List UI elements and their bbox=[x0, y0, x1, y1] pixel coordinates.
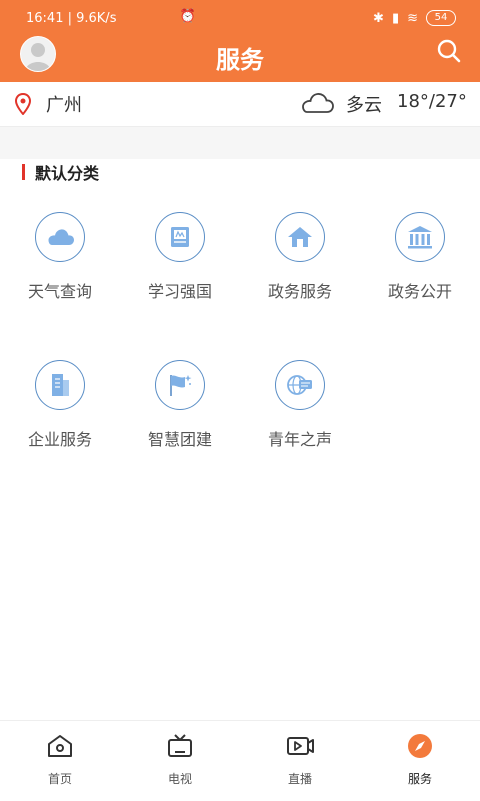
weather-condition: 多云 bbox=[346, 95, 382, 116]
book-icon bbox=[155, 212, 205, 262]
tab-label: 电视 bbox=[167, 772, 192, 786]
bluetooth-icon: ✱ bbox=[373, 10, 384, 26]
tab-tv[interactable]: 电视 bbox=[120, 733, 240, 787]
wifi-icon: ≋ bbox=[407, 10, 418, 26]
service-government-services[interactable]: 政务服务 bbox=[240, 212, 360, 302]
section-title: 默认分类 bbox=[35, 164, 100, 183]
live-video-icon bbox=[287, 737, 314, 755]
globe-chat-icon bbox=[275, 360, 325, 410]
tab-label: 直播 bbox=[287, 772, 312, 786]
service-label: 天气查询 bbox=[27, 282, 92, 301]
status-icons: ⏰ ✱ ▮ ≋ 54 bbox=[180, 9, 456, 26]
status-time-speed: 16:41 | 9.6K/s bbox=[26, 11, 117, 26]
service-label: 智慧团建 bbox=[147, 430, 212, 449]
tv-icon bbox=[168, 734, 192, 757]
service-government-disclosure[interactable]: 政务公开 bbox=[360, 212, 480, 302]
section-accent-bar bbox=[22, 164, 25, 180]
cloud-icon bbox=[302, 93, 334, 113]
service-youth-voice[interactable]: 青年之声 bbox=[240, 360, 360, 450]
service-smart-league[interactable]: 智慧团建 bbox=[120, 360, 240, 450]
house-icon bbox=[275, 212, 325, 262]
tab-services[interactable]: 服务 bbox=[360, 733, 480, 787]
location-city: 广州 bbox=[46, 95, 82, 116]
status-bar: 16:41 | 9.6K/s ⏰ ✱ ▮ ≋ 54 bbox=[0, 0, 480, 36]
tab-home[interactable]: 首页 bbox=[0, 733, 120, 787]
tab-label: 首页 bbox=[47, 772, 72, 786]
service-weather[interactable]: 天气查询 bbox=[0, 212, 120, 302]
service-xuexi-qiangguo[interactable]: 学习强国 bbox=[120, 212, 240, 302]
service-label: 政务公开 bbox=[387, 282, 452, 301]
office-building-icon bbox=[35, 360, 85, 410]
header-bar: 16:41 | 9.6K/s ⏰ ✱ ▮ ≋ 54 服务 bbox=[0, 0, 480, 82]
flag-icon bbox=[155, 360, 205, 410]
cloud-icon bbox=[35, 212, 85, 262]
service-label: 政务服务 bbox=[267, 282, 332, 301]
page-title: 服务 bbox=[216, 46, 264, 74]
home-icon bbox=[48, 735, 72, 757]
service-label: 学习强国 bbox=[147, 282, 212, 301]
tab-label: 服务 bbox=[407, 772, 432, 786]
section-divider bbox=[0, 127, 480, 159]
search-button[interactable] bbox=[436, 38, 462, 64]
battery-indicator: 54 bbox=[426, 10, 456, 26]
service-label: 企业服务 bbox=[27, 430, 92, 449]
bottom-tab-bar: 首页 电视 直播 服务 bbox=[0, 720, 480, 801]
service-enterprise[interactable]: 企业服务 bbox=[0, 360, 120, 450]
signal-icon: ▮ bbox=[391, 10, 400, 26]
alarm-icon: ⏰ bbox=[179, 9, 196, 24]
compass-icon bbox=[408, 734, 432, 758]
weather-bar[interactable]: 广州 多云 18°/27° bbox=[0, 82, 480, 127]
location-pin-icon bbox=[14, 93, 32, 115]
search-icon bbox=[437, 39, 461, 63]
service-label: 青年之声 bbox=[267, 430, 332, 449]
tab-live[interactable]: 直播 bbox=[240, 733, 360, 787]
government-building-icon bbox=[395, 212, 445, 262]
weather-temperature: 18°/27° bbox=[397, 91, 467, 112]
section-header: 默认分类 bbox=[22, 160, 99, 184]
